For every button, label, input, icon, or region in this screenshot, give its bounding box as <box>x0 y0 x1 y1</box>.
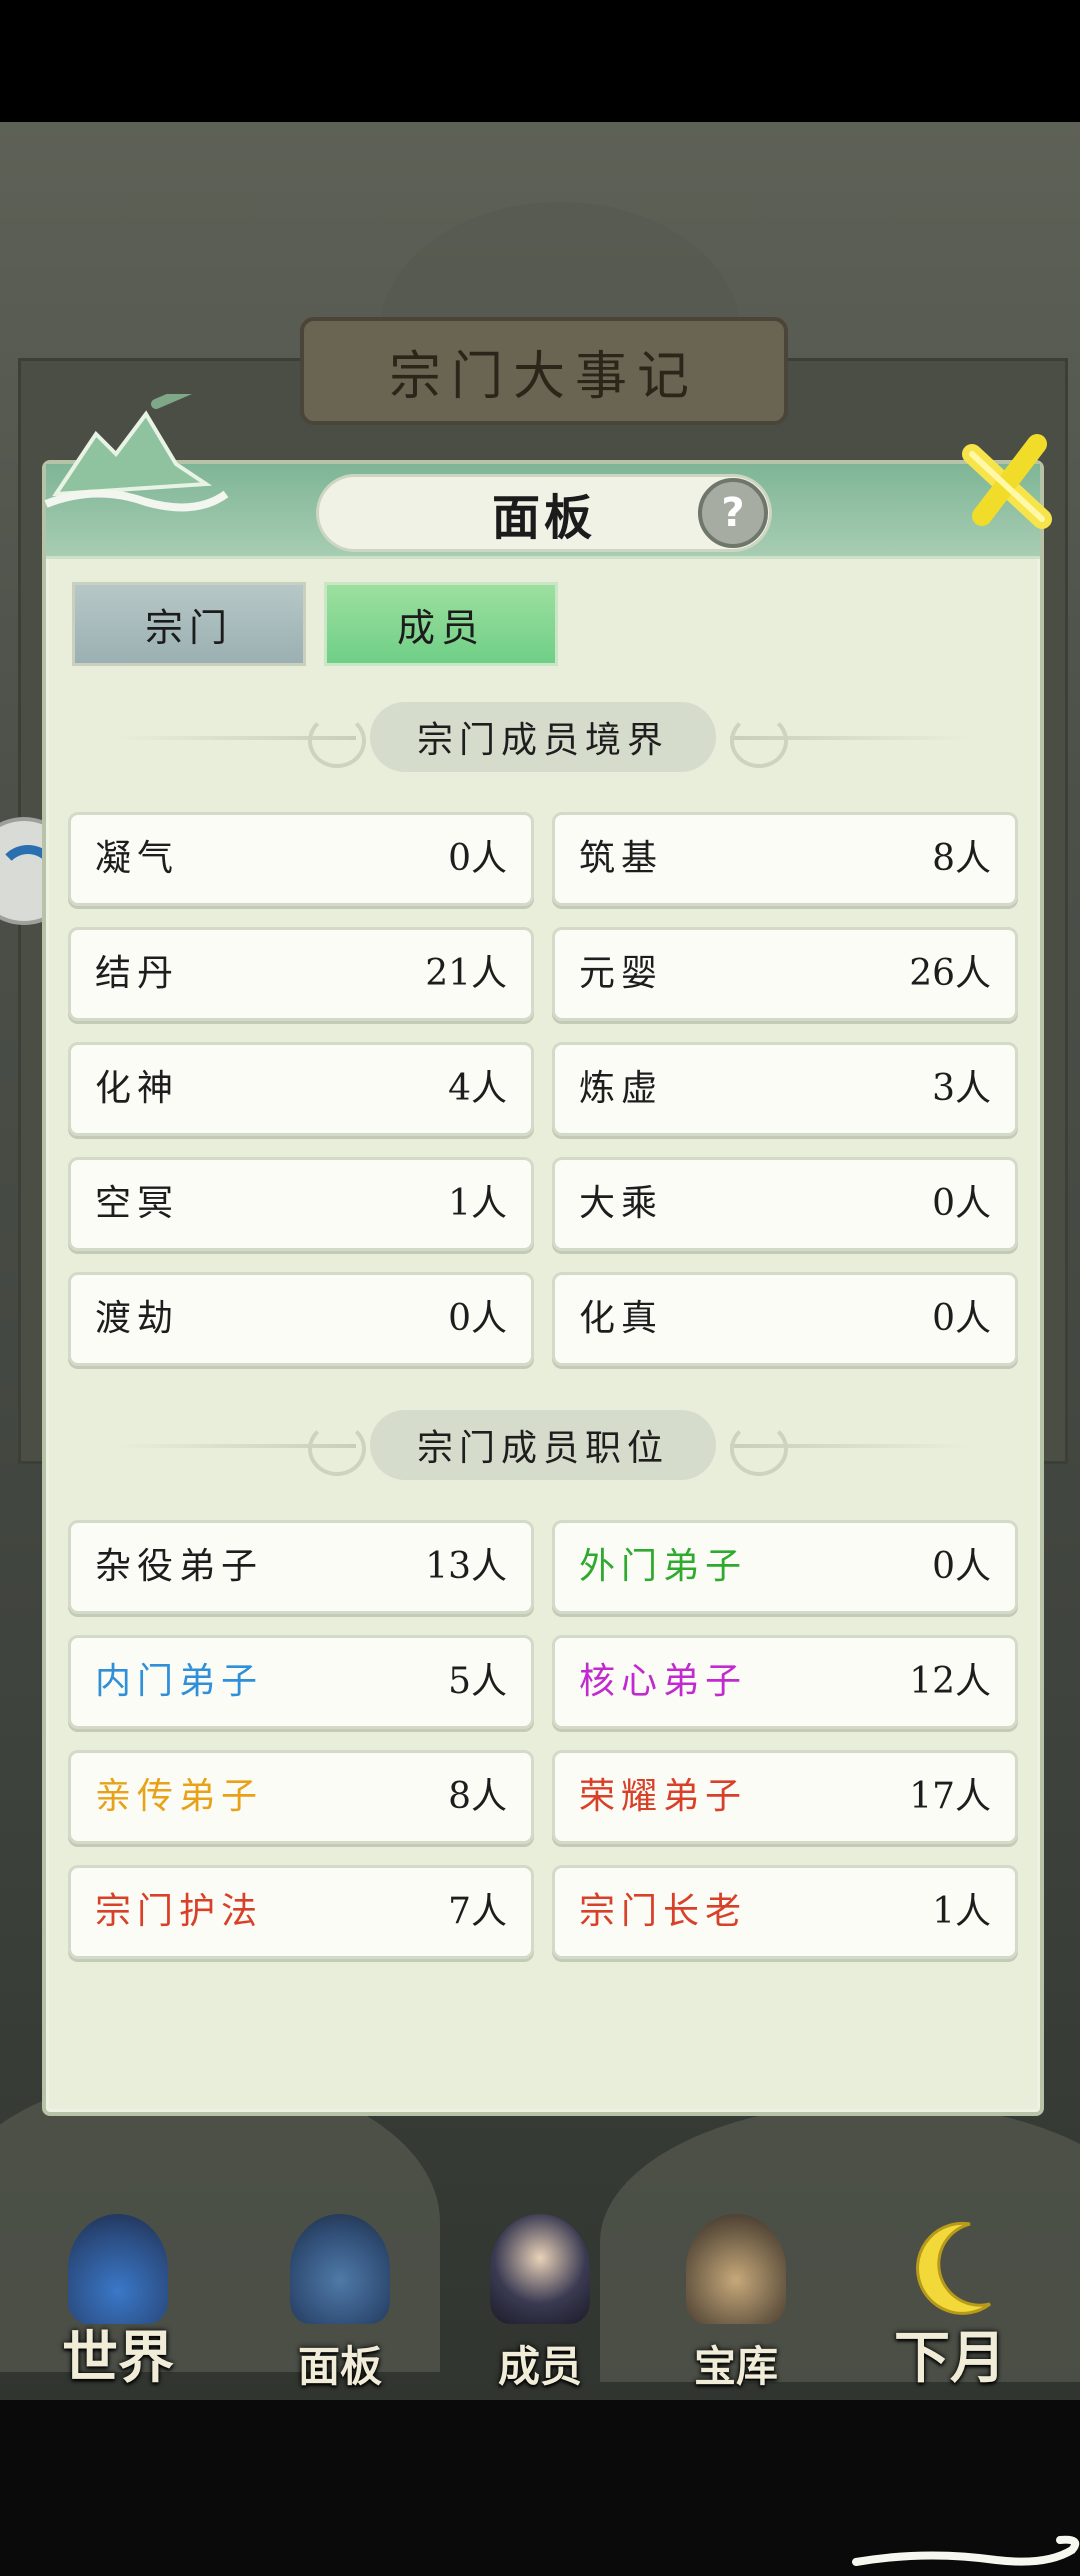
realm-name: 炼虚 <box>579 1068 664 1109</box>
position-section-header: 宗门成员职位 <box>46 1410 1040 1480</box>
position-section-title: 宗门成员职位 <box>370 1410 716 1480</box>
cloud-wave-decoration-icon <box>852 2535 1079 2566</box>
realm-name: 结丹 <box>95 953 180 994</box>
realm-name: 凝气 <box>95 838 180 879</box>
position-name: 宗门长老 <box>579 1891 748 1932</box>
nav-label: 世界 <box>62 2325 174 2391</box>
position-count: 1人 <box>932 1891 991 1932</box>
position-item: 亲传弟子 8人 <box>68 1750 534 1844</box>
close-x-icon <box>962 434 1052 529</box>
realm-name: 筑基 <box>579 838 664 879</box>
bottom-nav: 世界 面板 成员 宝库 下月 <box>0 2200 1080 2400</box>
position-item: 宗门长老 1人 <box>552 1865 1018 1959</box>
background-title: 宗门大事记 <box>300 317 788 425</box>
nav-label: 成员 <box>497 2342 582 2391</box>
question-mark-icon: ? <box>721 490 745 536</box>
position-count: 0人 <box>932 1546 991 1587</box>
nav-label: 面板 <box>297 2342 382 2391</box>
realm-name: 空冥 <box>95 1183 180 1224</box>
position-count: 7人 <box>448 1891 507 1932</box>
mountain-sword-decoration-icon <box>44 394 229 512</box>
status-bar <box>0 0 1080 122</box>
realm-name: 渡劫 <box>95 1298 180 1339</box>
position-count: 17人 <box>909 1776 991 1817</box>
dialog-title: 面板 <box>491 490 596 546</box>
realm-item: 化神 4人 <box>68 1042 534 1136</box>
panel-dialog: 面板 ? 宗门 成员 宗门成员境界 凝气 0人 筑基 8人 结丹 21人 元婴 26人 … <box>42 394 1079 2566</box>
position-name: 外门弟子 <box>579 1546 748 1587</box>
realm-section-header: 宗门成员境界 <box>46 702 1040 772</box>
realm-count: 1人 <box>448 1183 507 1224</box>
nav-panel[interactable]: 面板 <box>240 2200 440 2400</box>
position-item: 荣耀弟子 17人 <box>552 1750 1018 1844</box>
nav-label: 下月 <box>894 2325 1006 2391</box>
position-name: 亲传弟子 <box>95 1776 264 1817</box>
realm-count: 3人 <box>932 1068 991 1109</box>
position-item: 杂役弟子 13人 <box>68 1520 534 1614</box>
help-button[interactable]: ? <box>698 478 768 548</box>
realm-item: 凝气 0人 <box>68 812 534 906</box>
nav-label: 宝库 <box>693 2342 778 2391</box>
realm-item: 大乘 0人 <box>552 1157 1018 1251</box>
nav-next-month[interactable]: 下月 <box>850 2200 1050 2400</box>
realm-count: 0人 <box>932 1183 991 1224</box>
position-count: 13人 <box>425 1546 507 1587</box>
realm-count: 8人 <box>932 838 991 879</box>
nav-treasury[interactable]: 宝库 <box>636 2200 836 2400</box>
realm-name: 元婴 <box>579 953 664 994</box>
realm-item: 筑基 8人 <box>552 812 1018 906</box>
close-button[interactable] <box>952 424 1062 534</box>
world-palace-icon <box>68 2214 168 2324</box>
realm-count: 0人 <box>932 1298 991 1339</box>
position-item: 内门弟子 5人 <box>68 1635 534 1729</box>
position-item: 宗门护法 7人 <box>68 1865 534 1959</box>
position-count: 12人 <box>909 1661 991 1702</box>
position-name: 杂役弟子 <box>95 1546 264 1587</box>
realm-item: 元婴 26人 <box>552 927 1018 1021</box>
position-name: 宗门护法 <box>95 1891 264 1932</box>
panel-gate-icon <box>290 2214 390 2324</box>
member-portrait-icon <box>490 2214 590 2324</box>
treasury-tower-icon <box>686 2214 786 2324</box>
position-name: 内门弟子 <box>95 1661 264 1702</box>
realm-name: 大乘 <box>579 1183 664 1224</box>
nav-world[interactable]: 世界 <box>18 2200 218 2400</box>
realm-item: 渡劫 0人 <box>68 1272 534 1366</box>
tab-sect[interactable]: 宗门 <box>72 582 306 666</box>
position-item: 外门弟子 0人 <box>552 1520 1018 1614</box>
realm-name: 化神 <box>95 1068 180 1109</box>
tab-members[interactable]: 成员 <box>324 582 558 666</box>
position-count: 8人 <box>448 1776 507 1817</box>
realm-count: 26人 <box>909 953 991 994</box>
position-name: 荣耀弟子 <box>579 1776 748 1817</box>
realm-count: 21人 <box>425 953 507 994</box>
realm-item: 化真 0人 <box>552 1272 1018 1366</box>
position-count: 5人 <box>448 1661 507 1702</box>
realm-item: 炼虚 3人 <box>552 1042 1018 1136</box>
nav-members[interactable]: 成员 <box>440 2200 640 2400</box>
position-name: 核心弟子 <box>579 1661 748 1702</box>
realm-name: 化真 <box>579 1298 664 1339</box>
realm-section-title: 宗门成员境界 <box>370 702 716 772</box>
crescent-moon-icon <box>916 2221 991 2315</box>
realm-count: 0人 <box>448 838 507 879</box>
realm-item: 结丹 21人 <box>68 927 534 1021</box>
realm-count: 0人 <box>448 1298 507 1339</box>
realm-count: 4人 <box>448 1068 507 1109</box>
position-item: 核心弟子 12人 <box>552 1635 1018 1729</box>
realm-item: 空冥 1人 <box>68 1157 534 1251</box>
